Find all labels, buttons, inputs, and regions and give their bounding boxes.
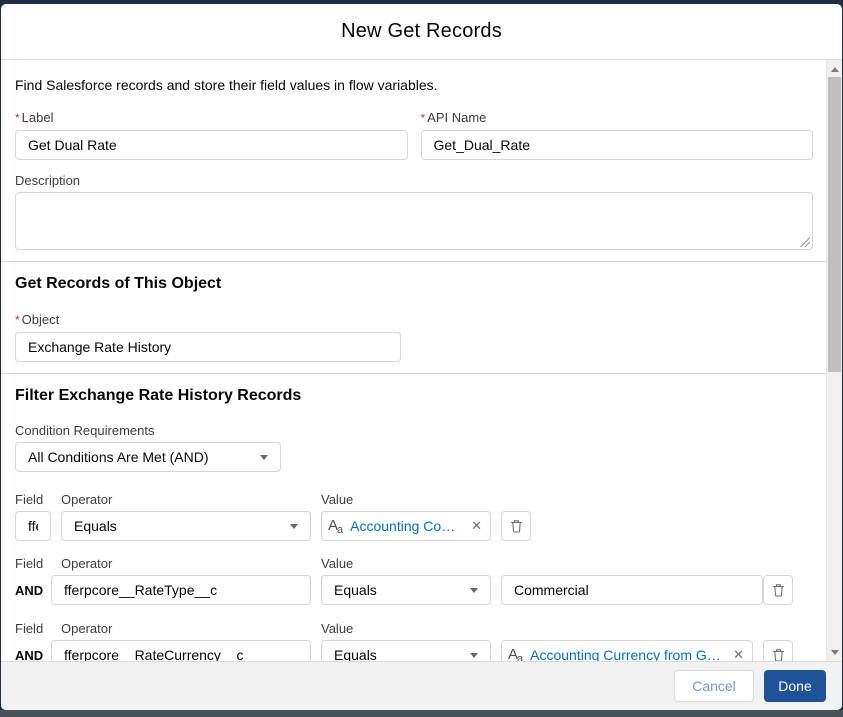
filter-field-input[interactable] [51, 575, 311, 605]
modal-title: New Get Records [341, 20, 502, 43]
resource-link[interactable]: Accounting Currency from Get_... [530, 647, 727, 661]
canvas-backdrop-strip [0, 710, 843, 717]
filter-field-input[interactable] [15, 511, 51, 541]
triangle-up-icon [831, 67, 839, 72]
trash-icon [772, 648, 785, 661]
filter-operator-combobox[interactable]: Equals [321, 640, 491, 661]
scrollbar-up-arrow[interactable] [827, 61, 842, 77]
flow-builder-backdrop: { "modal": { "title": "New Get Records",… [0, 0, 843, 717]
filter-value-resource-pill[interactable]: Aa Accounting Currency from Get_... ✕ [501, 640, 753, 661]
scrollbar-thumb[interactable] [828, 77, 841, 372]
vertical-scrollbar[interactable] [826, 60, 842, 661]
value-column-label: Value [321, 491, 491, 508]
label-field-label-text: Label [22, 110, 54, 125]
new-get-records-modal: New Get Records Find Salesforce records … [1, 4, 842, 710]
trash-icon [772, 583, 785, 597]
close-icon[interactable]: ✕ [471, 518, 482, 534]
chevron-down-icon [470, 588, 478, 593]
api-name-input[interactable] [421, 130, 814, 160]
required-asterisk: * [15, 111, 20, 125]
field-column-label: Field [15, 555, 51, 572]
object-field-label-text: Object [22, 312, 60, 327]
triangle-down-icon [831, 650, 839, 655]
and-condition-label: AND [15, 583, 51, 598]
operator-column-label: Operator [61, 491, 311, 508]
label-field-group: *Label [15, 109, 408, 160]
text-type-icon: Aa [508, 646, 524, 661]
condition-requirements-label: Condition Requirements [15, 422, 813, 439]
cancel-button[interactable]: Cancel [674, 670, 754, 702]
filter-section-heading: Filter Exchange Rate History Records [15, 387, 813, 405]
condition-requirements-value: All Conditions Are Met (AND) [28, 449, 260, 465]
api-name-field-label-text: API Name [427, 110, 486, 125]
condition-requirements-group: Condition Requirements All Conditions Ar… [15, 422, 813, 472]
operator-column-label: Operator [61, 620, 311, 637]
delete-condition-button[interactable] [763, 640, 793, 661]
required-asterisk: * [15, 313, 20, 327]
textarea-resize-handle[interactable] [800, 237, 810, 247]
filter-operator-value: Equals [334, 582, 470, 598]
filter-operator-value: Equals [334, 647, 470, 661]
api-name-field-label: *API Name [421, 109, 814, 127]
chevron-down-icon [470, 653, 478, 658]
filter-field-input[interactable] [51, 640, 311, 661]
chevron-down-icon [290, 524, 298, 529]
delete-condition-button[interactable] [763, 575, 793, 605]
filter-row: Field Operator Value AND Equals Aa Accou… [15, 620, 813, 661]
operator-column-label: Operator [61, 555, 311, 572]
chevron-down-icon [260, 455, 268, 460]
field-column-label: Field [15, 491, 51, 508]
filter-operator-combobox[interactable]: Equals [321, 575, 491, 605]
filter-operator-combobox[interactable]: Equals [61, 511, 311, 541]
resource-link[interactable]: Accounting Company from Get_... [350, 518, 465, 534]
and-condition-label: AND [15, 648, 51, 662]
filter-value-resource-pill[interactable]: Aa Accounting Company from Get_... ✕ [321, 511, 491, 541]
done-button[interactable]: Done [764, 670, 826, 702]
object-section-heading: Get Records of This Object [15, 275, 813, 293]
required-asterisk: * [421, 111, 426, 125]
intro-text: Find Salesforce records and store their … [15, 77, 813, 93]
delete-condition-button[interactable] [501, 511, 531, 541]
trash-icon [510, 519, 523, 533]
modal-scroll-content: Find Salesforce records and store their … [1, 60, 826, 661]
label-input[interactable] [15, 130, 408, 160]
close-icon[interactable]: ✕ [733, 647, 744, 661]
api-name-field-group: *API Name [421, 109, 814, 160]
filter-row: Field Operator Value AND Equals [15, 555, 813, 605]
description-field-label: Description [15, 172, 813, 189]
filter-value-input[interactable] [501, 575, 763, 605]
label-field-label: *Label [15, 109, 408, 127]
filter-operator-value: Equals [74, 518, 290, 534]
description-field-group: Description [15, 172, 813, 250]
value-column-label: Value [321, 620, 491, 637]
modal-footer: Cancel Done [1, 661, 842, 710]
description-textarea[interactable] [15, 192, 813, 250]
object-field-label: *Object [15, 311, 401, 329]
filter-row: Field Operator Value Equals Aa Accountin… [15, 491, 813, 541]
condition-requirements-combobox[interactable]: All Conditions Are Met (AND) [15, 442, 281, 472]
scrollbar-down-arrow[interactable] [827, 644, 842, 660]
object-field-group: *Object [15, 311, 401, 362]
modal-body: Find Salesforce records and store their … [1, 60, 842, 661]
modal-header: New Get Records [1, 4, 842, 60]
field-column-label: Field [15, 620, 51, 637]
object-input[interactable] [15, 332, 401, 362]
section-divider [1, 261, 826, 262]
label-api-row: *Label *API Name [15, 109, 813, 160]
section-divider [1, 373, 826, 374]
value-column-label: Value [321, 555, 491, 572]
text-type-icon: Aa [328, 517, 344, 535]
